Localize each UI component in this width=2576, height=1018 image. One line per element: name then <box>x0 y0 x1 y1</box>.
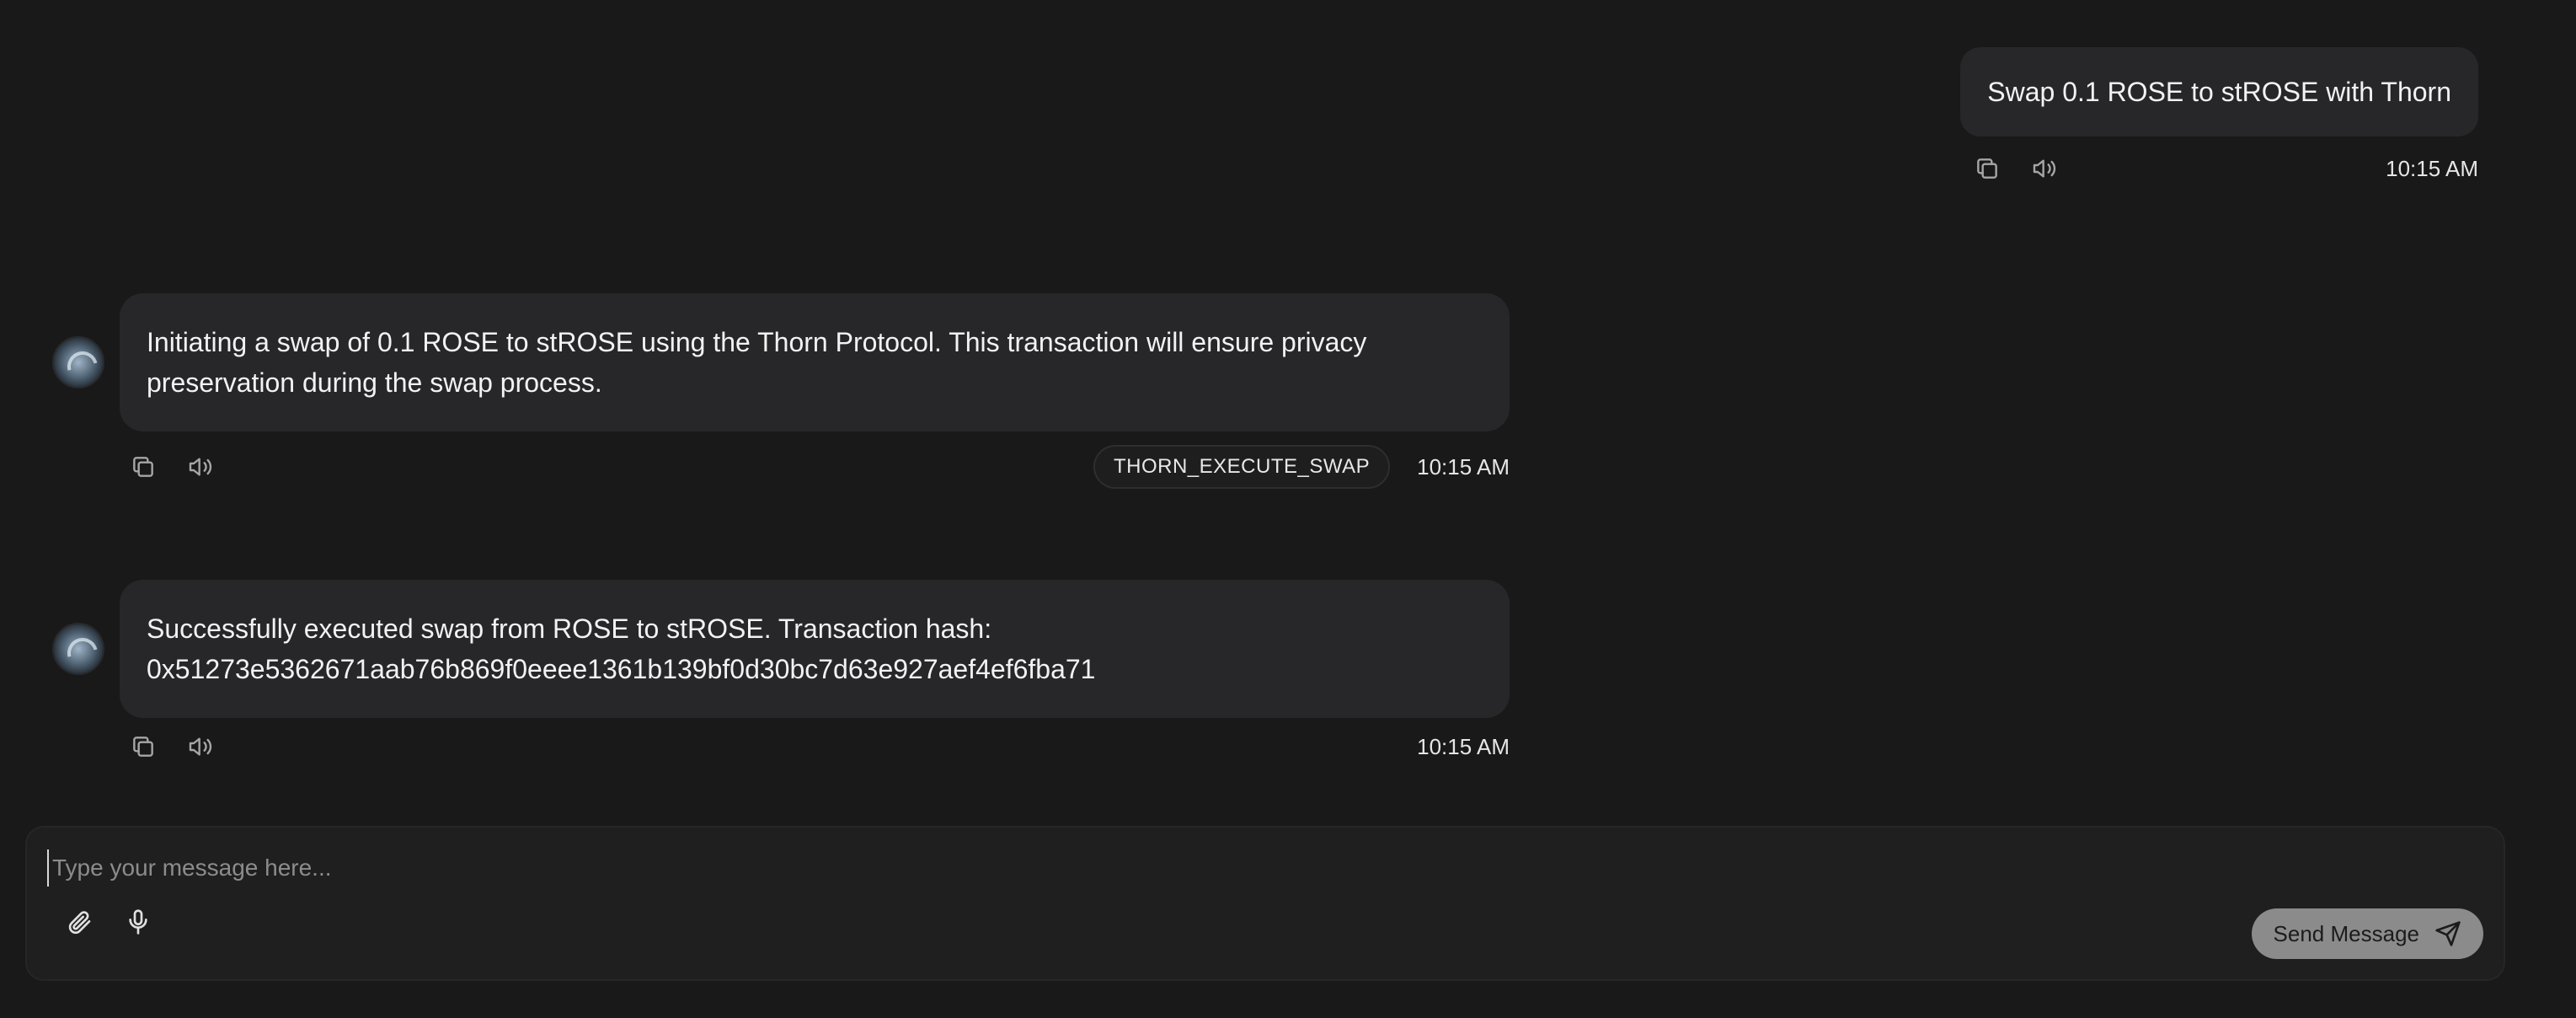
agent-avatar <box>52 336 104 388</box>
user-message: Swap 0.1 ROSE to stROSE with Thorn 10:15… <box>1960 47 2478 184</box>
message-time: 10:15 AM <box>2386 155 2478 181</box>
send-message-button[interactable]: Send Message <box>2251 908 2483 959</box>
user-message-bubble: Swap 0.1 ROSE to stROSE with Thorn <box>1960 47 2478 137</box>
agent-message: Initiating a swap of 0.1 ROSE to stROSE … <box>52 293 1510 489</box>
send-icon <box>2435 921 2461 946</box>
user-message-meta: 10:15 AM <box>1960 153 2478 184</box>
message-input[interactable] <box>47 849 2406 887</box>
action-badge: THORN_EXECUTE_SWAP <box>1093 445 1391 489</box>
chat-page: Swap 0.1 ROSE to stROSE with Thorn 10:15… <box>0 0 2576 1018</box>
copy-icon[interactable] <box>1972 153 2002 184</box>
microphone-icon[interactable] <box>120 903 157 940</box>
message-actions <box>120 452 216 482</box>
speaker-icon[interactable] <box>2029 153 2060 184</box>
paperclip-icon[interactable] <box>61 903 98 940</box>
message-composer: Send Message <box>25 826 2505 981</box>
composer-tools <box>61 903 157 940</box>
message-actions <box>1960 153 2060 184</box>
speaker-icon[interactable] <box>185 731 216 762</box>
send-button-label: Send Message <box>2273 920 2419 946</box>
agent-avatar <box>52 623 104 675</box>
agent-message-meta: 10:15 AM <box>120 731 1510 762</box>
copy-icon[interactable] <box>128 731 158 762</box>
agent-message: Successfully executed swap from ROSE to … <box>52 580 1510 762</box>
message-actions <box>120 731 216 762</box>
message-time: 10:15 AM <box>1417 733 1510 759</box>
copy-icon[interactable] <box>128 452 158 482</box>
speaker-icon[interactable] <box>185 452 216 482</box>
agent-message-bubble: Successfully executed swap from ROSE to … <box>120 580 1510 718</box>
message-time: 10:15 AM <box>1417 453 1510 480</box>
agent-message-bubble: Initiating a swap of 0.1 ROSE to stROSE … <box>120 293 1510 431</box>
agent-message-meta: THORN_EXECUTE_SWAP 10:15 AM <box>120 445 1510 489</box>
